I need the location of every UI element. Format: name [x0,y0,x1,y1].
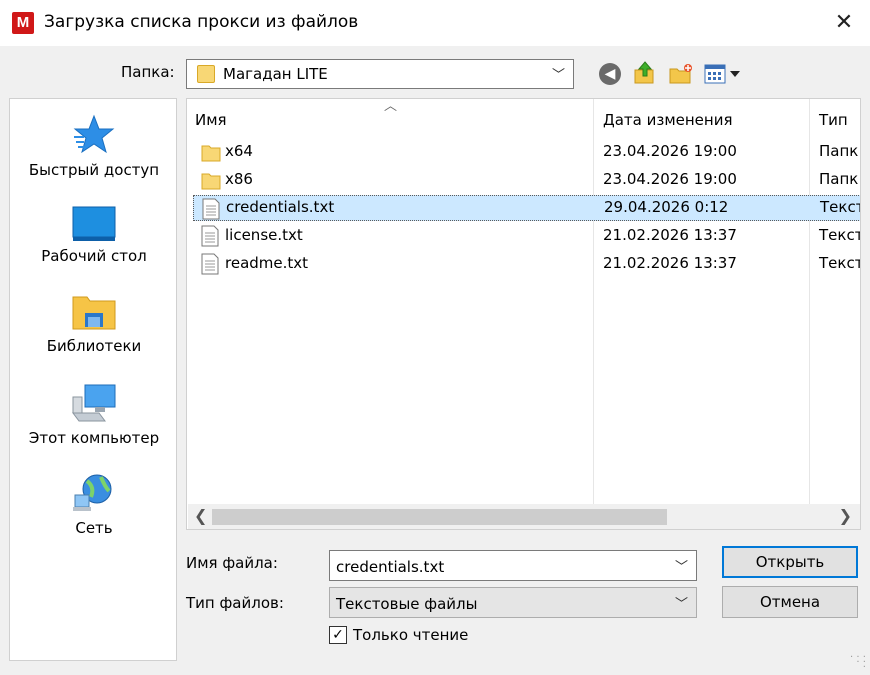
close-button[interactable]: ✕ [826,6,862,40]
place-label: Этот компьютер [28,429,160,447]
file-name: x86 [225,170,253,188]
file-name: credentials.txt [226,198,335,216]
readonly-checkbox[interactable]: ✓ [329,626,347,644]
view-menu-icon [704,64,740,84]
place-label: Быстрый доступ [28,161,160,179]
file-name: x64 [225,142,253,160]
file-date: 23.04.2026 19:00 [603,170,737,188]
back-button[interactable]: ◀ [599,63,621,85]
star-icon [73,114,115,154]
place-quick-access[interactable]: Быстрый доступ [10,113,178,179]
up-folder-icon [634,61,654,84]
file-name: readme.txt [225,254,309,272]
folder-icon [201,173,221,190]
file-row-x86[interactable]: x86 23.04.2026 19:00 Папк [193,167,860,193]
file-name: license.txt [225,226,303,244]
column-header-date[interactable]: Дата изменения [603,111,733,129]
window-title: Загрузка списка прокси из файлов [44,12,359,32]
text-file-icon [201,253,219,275]
place-label: Сеть [75,519,113,537]
folder-current: Магадан LITE [223,65,328,83]
file-row-x64[interactable]: x64 23.04.2026 19:00 Папк [193,139,860,165]
checkmark-icon: ✓ [332,627,344,643]
folder-icon [201,145,221,162]
scroll-right-icon[interactable]: ❯ [839,506,852,525]
column-header-name[interactable]: Имя [195,111,227,129]
cancel-button[interactable]: Отмена [722,586,858,618]
up-folder-button[interactable] [633,60,657,86]
filetype-select[interactable]: Текстовые файлы ﹀ [329,587,697,618]
readonly-label[interactable]: Только чтение [353,626,468,644]
folder-label: Папка: [121,63,175,81]
view-menu-button[interactable] [704,62,742,86]
place-libraries[interactable]: Библиотеки [10,293,178,355]
chevron-down-icon[interactable]: ﹀ [675,593,688,612]
horizontal-scrollbar[interactable]: ❮ ❯ [188,504,860,529]
scroll-left-icon[interactable]: ❮ [194,506,207,525]
file-type: Папк [819,142,859,160]
new-folder-button[interactable] [668,62,694,86]
file-type: Текст [820,198,861,216]
network-icon [73,474,112,511]
file-type: Текст [819,226,861,244]
resize-grip-icon[interactable]: · · · · · · [850,653,866,673]
desktop-icon [72,206,116,241]
chevron-down-icon[interactable]: ﹀ [552,64,565,83]
scroll-thumb[interactable] [212,509,667,525]
file-date: 21.02.2026 13:37 [603,226,737,244]
app-icon: M [12,12,34,34]
filename-input[interactable]: credentials.txt ﹀ [329,550,697,581]
column-header-type[interactable]: Тип [819,111,848,129]
place-label: Библиотеки [46,337,142,355]
place-network[interactable]: Сеть [10,473,178,537]
computer-icon [72,384,116,422]
places-bar: Быстрый доступ Рабочий стол Библиотеки Э… [9,98,177,661]
place-desktop[interactable]: Рабочий стол [10,203,178,265]
file-type: Текст [819,254,861,272]
sort-ascending-icon: ︿ [384,99,398,114]
filename-label: Имя файла: [186,554,278,572]
place-label: Рабочий стол [41,247,147,265]
arrow-left-icon: ◀ [604,66,616,82]
place-this-pc[interactable]: Этот компьютер [10,383,178,447]
text-file-icon [202,198,220,220]
text-file-icon [201,225,219,247]
file-row-readme[interactable]: readme.txt 21.02.2026 13:37 Текст [193,251,861,277]
filetype-label: Тип файлов: [186,594,284,612]
open-button[interactable]: Открыть [722,546,858,578]
folder-icon [197,65,215,83]
file-date: 29.04.2026 0:12 [604,198,729,216]
file-date: 23.04.2026 19:00 [603,142,737,160]
folder-combobox[interactable]: Магадан LITE ﹀ [186,59,574,89]
file-list[interactable]: ︿ Имя Дата изменения Тип x64 23.04.2026 … [186,98,861,530]
filetype-value: Текстовые файлы [336,595,478,613]
libraries-icon [72,296,116,330]
file-date: 21.02.2026 13:37 [603,254,737,272]
chevron-down-icon[interactable]: ﹀ [675,556,688,575]
file-type: Папк [819,170,859,188]
file-row-license[interactable]: license.txt 21.02.2026 13:37 Текст [193,223,861,249]
filename-value: credentials.txt [336,558,445,576]
file-row-credentials-selected[interactable]: credentials.txt 29.04.2026 0:12 Текст [193,195,861,221]
new-folder-icon [669,64,692,84]
